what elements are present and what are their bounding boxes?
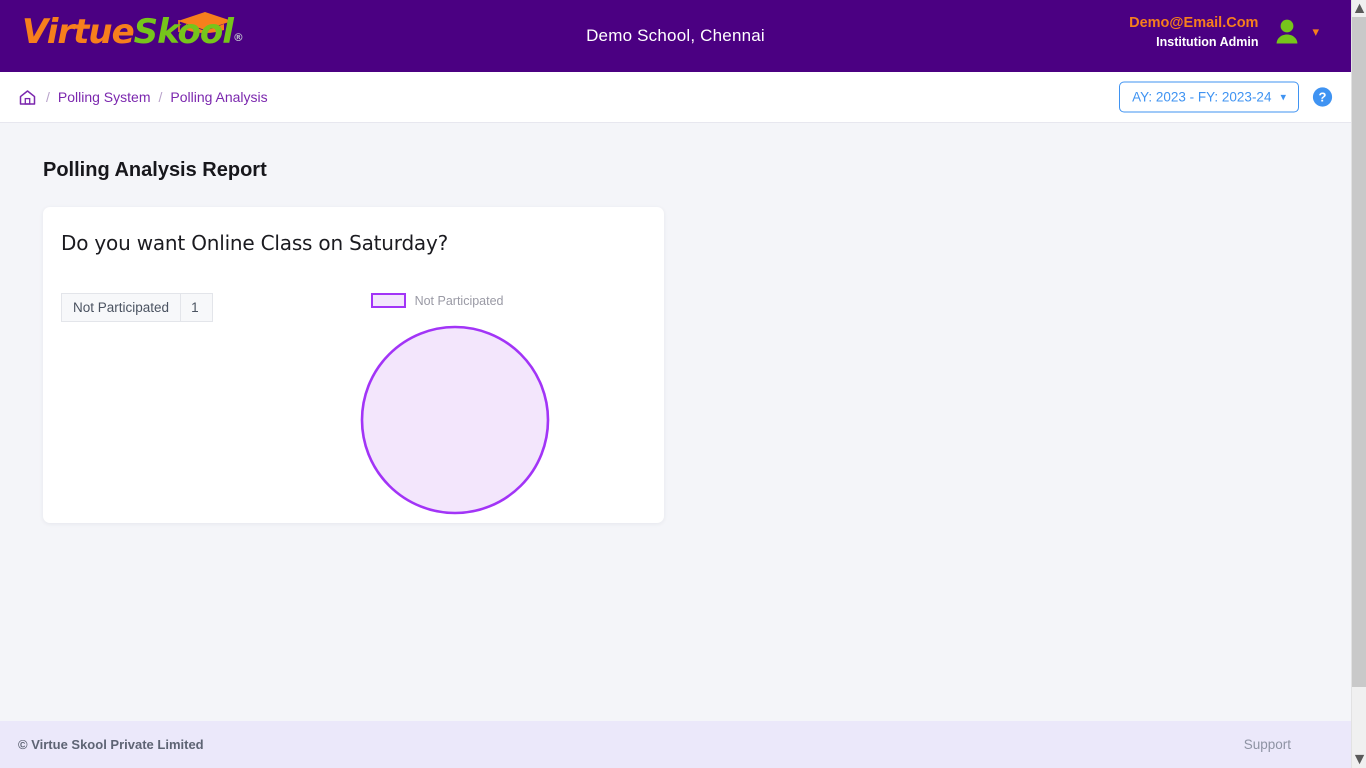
scrollbar-down-arrow-icon[interactable]: ▼: [1352, 751, 1366, 768]
table-cell-value: 1: [180, 293, 213, 322]
pie-chart-area: Not Participated: [360, 293, 630, 530]
breadcrumb-separator-2: /: [158, 89, 163, 105]
breadcrumb: / Polling System / Polling Analysis: [18, 88, 268, 107]
breadcrumb-separator-1: /: [46, 89, 50, 105]
academic-year-value: AY: 2023 - FY: 2023-24: [1132, 89, 1272, 105]
user-menu-chevron-down-icon[interactable]: ▾: [1312, 24, 1319, 40]
page-title: Polling Analysis Report: [43, 159, 267, 181]
user-role: Institution Admin: [1156, 34, 1259, 49]
breadcrumb-actions: AY: 2023 - FY: 2023-24 ▾ ?: [1119, 81, 1333, 113]
table-cell-label: Not Participated: [60, 293, 182, 322]
legend-swatch-not-participated: [370, 293, 406, 308]
table-body: Not Participated 1: [60, 293, 213, 322]
footer-copyright: © Virtue Skool Private Limited: [18, 737, 204, 752]
chart-row: Not Participated 1 Not Participated: [60, 293, 664, 530]
app-container: VirtueSkool® Demo School, Chennai Demo@E…: [0, 0, 1351, 768]
user-info: Demo@Email.Com Institution Admin: [1129, 14, 1258, 50]
app-footer: © Virtue Skool Private Limited Support: [0, 721, 1351, 768]
scrollbar-thumb[interactable]: [1352, 17, 1366, 687]
poll-question: Do you want Online Class on Saturday?: [61, 231, 449, 255]
user-menu[interactable]: Demo@Email.Com Institution Admin ▾: [1129, 14, 1319, 50]
academic-year-selector[interactable]: AY: 2023 - FY: 2023-24 ▾: [1119, 81, 1299, 113]
svg-text:?: ?: [1319, 90, 1327, 105]
vertical-scrollbar[interactable]: ▲ ▼: [1351, 0, 1366, 768]
breadcrumb-bar: / Polling System / Polling Analysis AY: …: [0, 72, 1351, 123]
home-icon[interactable]: [18, 88, 37, 107]
pie-slice-not-participated[interactable]: [360, 325, 549, 515]
chevron-down-icon: ▾: [1280, 91, 1286, 104]
poll-results-table: Not Participated 1: [60, 293, 213, 322]
user-email: Demo@Email.Com: [1129, 15, 1259, 31]
pie-chart-legend[interactable]: Not Participated: [370, 293, 630, 308]
user-avatar-icon[interactable]: [1272, 17, 1302, 47]
footer-support-link[interactable]: Support: [1244, 737, 1291, 752]
table-row: Not Participated 1: [60, 293, 213, 322]
legend-label-not-participated: Not Participated: [414, 293, 504, 308]
breadcrumb-item-polling-analysis[interactable]: Polling Analysis: [170, 89, 267, 105]
main-content: Polling Analysis Report Do you want Onli…: [0, 123, 1351, 721]
breadcrumb-item-polling-system[interactable]: Polling System: [58, 89, 151, 105]
poll-result-card: Do you want Online Class on Saturday? No…: [43, 207, 664, 523]
app-header: VirtueSkool® Demo School, Chennai Demo@E…: [0, 0, 1351, 72]
help-circle-icon[interactable]: ?: [1312, 87, 1333, 108]
pie-chart[interactable]: [333, 310, 603, 530]
scrollbar-up-arrow-icon[interactable]: ▲: [1352, 0, 1366, 17]
